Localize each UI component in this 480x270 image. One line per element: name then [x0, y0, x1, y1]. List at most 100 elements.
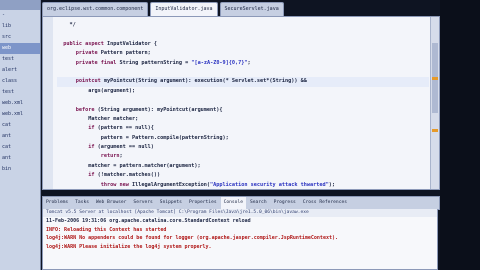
tab-component-file[interactable]: org.eclipse.wst.common.component — [42, 2, 149, 16]
tab-tasks[interactable]: Tasks — [72, 197, 92, 209]
code-line[interactable]: throw new IllegalArgumentException("Appl… — [57, 181, 429, 189]
code-token: throw new — [100, 181, 129, 188]
tree-item[interactable]: test — [0, 87, 40, 98]
background-surround — [440, 0, 480, 270]
code-token: (String argument): myPointcut(argument){ — [94, 106, 223, 113]
tree-item[interactable]: alert — [0, 65, 40, 76]
code-token: */ — [57, 22, 76, 28]
console-output[interactable]: 11-Feb-2006 19:31:06 org.apache.catalina… — [42, 217, 438, 270]
package-explorer-header — [0, 0, 40, 10]
code-token: private final — [75, 59, 117, 66]
tab-secure-servlet[interactable]: SecureServlet.java — [219, 2, 284, 16]
code-line[interactable] — [57, 96, 429, 105]
code-line[interactable]: private final String patternString = "[a… — [57, 59, 429, 68]
eclipse-window: - lib src web test alert class test web.… — [0, 0, 480, 270]
tree-item[interactable]: ant — [0, 153, 40, 164]
tab-snippets[interactable]: Snippets — [157, 197, 185, 209]
tree-item[interactable]: test — [0, 54, 40, 65]
editor-scrollbar[interactable] — [430, 17, 439, 189]
code-token: pointcut — [75, 78, 101, 85]
code-line[interactable]: if (pattern == null){ — [57, 124, 429, 133]
code-token: ); — [328, 181, 335, 188]
console-line: log4j:WARN Please initialize the log4j s… — [46, 243, 212, 250]
tab-servers[interactable]: Servers — [130, 197, 155, 209]
code-line[interactable]: pointcut myPointcut(String argument): ex… — [57, 77, 429, 87]
code-token: pattern = Pattern.compile(patternString)… — [100, 134, 229, 141]
tree-item[interactable]: cat — [0, 120, 40, 131]
console-line: 11-Feb-2006 19:31:06 org.apache.catalina… — [46, 218, 251, 224]
code-token: (pattern == null){ — [94, 125, 154, 132]
tree-item-selected[interactable]: web — [0, 43, 40, 54]
occurrence-marker[interactable] — [432, 129, 438, 132]
code-text[interactable]: */ public aspect InputValidator { privat… — [57, 21, 429, 189]
tab-properties[interactable]: Properties — [186, 197, 220, 209]
code-token: IllegalArgumentException( — [128, 181, 211, 188]
tree-item[interactable]: web.xml — [0, 109, 40, 120]
code-line[interactable]: return; — [57, 152, 429, 161]
code-token: myPointcut(String argument): execution(*… — [100, 78, 307, 85]
code-editor[interactable]: */ public aspect InputValidator { privat… — [42, 16, 440, 190]
tab-input-validator[interactable]: InputValidator.java — [150, 2, 218, 16]
code-line[interactable]: matcher = pattern.matcher(argument); — [57, 162, 429, 171]
tree-item[interactable]: class — [0, 76, 40, 87]
code-line[interactable]: private Pattern pattern; — [57, 49, 429, 58]
code-token: public aspect — [63, 40, 104, 47]
bottom-view-tabs: Problems Tasks Web Browser Servers Snipp… — [42, 196, 440, 210]
code-line[interactable]: if (argument == null) — [57, 143, 429, 152]
code-token: Pattern pattern; — [97, 50, 151, 57]
code-token: (!matcher.matches()) — [94, 172, 161, 179]
editor-tab-bar: org.eclipse.wst.common.component InputVa… — [42, 2, 442, 16]
tab-search[interactable]: Search — [247, 197, 270, 209]
code-token: private — [75, 50, 98, 57]
tree-item[interactable]: bin — [0, 164, 40, 175]
code-line[interactable]: public aspect InputValidator { — [57, 40, 429, 49]
console-process-label: Tomcat v5.5 Server at localhost [Apache … — [42, 209, 438, 217]
code-line[interactable]: */ — [57, 21, 429, 30]
console-line: log4j:WARN No appenders could be found f… — [46, 235, 338, 242]
code-line[interactable]: args(argument); — [57, 87, 429, 96]
code-token: args(argument); — [88, 87, 136, 94]
code-line[interactable]: pattern = Pattern.compile(patternString)… — [57, 134, 429, 143]
tree-item[interactable]: - — [0, 10, 40, 21]
tree-item[interactable]: ant — [0, 131, 40, 142]
tree-item[interactable]: cat — [0, 142, 40, 153]
package-explorer: - lib src web test alert class test web.… — [0, 0, 41, 270]
code-token: before — [75, 106, 95, 113]
code-token: String patternString = — [116, 59, 192, 66]
code-line[interactable] — [57, 30, 429, 39]
code-token: ; — [247, 59, 251, 66]
tab-console[interactable]: Console — [220, 197, 246, 209]
tab-progress[interactable]: Progress — [271, 197, 299, 209]
tree-item[interactable]: lib — [0, 21, 40, 32]
editor-gutter — [43, 17, 53, 189]
tab-cross-references[interactable]: Cross References — [300, 197, 350, 209]
tab-web-browser[interactable]: Web Browser — [93, 197, 129, 209]
tree-item[interactable]: src — [0, 32, 40, 43]
console-line: INFO: Reloading this Context has started — [46, 226, 167, 233]
tab-problems[interactable]: Problems — [43, 197, 71, 209]
tree-item[interactable]: web.xml — [0, 98, 40, 109]
code-token: (argument == null) — [94, 144, 154, 151]
code-token: InputValidator { — [103, 40, 157, 47]
code-token: return — [100, 153, 120, 160]
code-token: "Application security attack thwarted" — [210, 181, 329, 188]
code-line[interactable] — [57, 68, 429, 77]
code-line[interactable]: Matcher matcher; — [57, 115, 429, 124]
code-token: "[a-zA-Z0-9]{0,7}" — [191, 59, 248, 66]
occurrence-marker[interactable] — [432, 77, 438, 80]
code-line[interactable]: if (!matcher.matches()) — [57, 171, 429, 180]
code-token: Matcher matcher; — [88, 115, 139, 122]
code-token: ; — [119, 153, 123, 160]
code-line[interactable]: before (String argument): myPointcut(arg… — [57, 106, 429, 115]
